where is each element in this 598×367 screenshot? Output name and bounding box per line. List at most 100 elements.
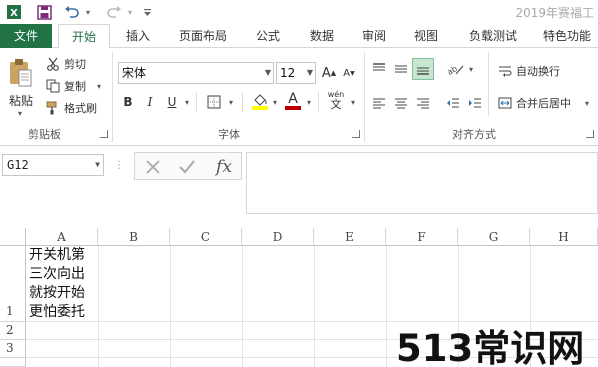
tab-formulas[interactable]: 公式: [248, 24, 288, 48]
orientation-dropdown-icon[interactable]: ▾: [466, 60, 476, 78]
copy-dropdown-icon[interactable]: ▾: [94, 78, 104, 94]
insert-function-button[interactable]: fx: [211, 155, 237, 179]
format-painter-button[interactable]: 格式刷: [64, 100, 104, 116]
increase-font-size-icon[interactable]: A ▲: [320, 62, 338, 84]
bottom-align-icon[interactable]: [412, 58, 434, 80]
tab-page-layout[interactable]: 页面布局: [170, 24, 236, 48]
row-header-3[interactable]: 3: [0, 340, 26, 358]
phonetic-guide-button[interactable]: wén 文: [324, 88, 348, 112]
font-name-value: 宋体: [122, 66, 147, 80]
bold-button[interactable]: B: [120, 92, 136, 112]
row-header-2[interactable]: 2: [0, 322, 26, 340]
tab-view[interactable]: 视图: [404, 24, 448, 48]
font-launcher-icon[interactable]: [352, 130, 360, 138]
cut-icon[interactable]: [44, 56, 62, 72]
tab-home[interactable]: 开始: [58, 24, 110, 49]
column-header-f[interactable]: F: [386, 228, 458, 246]
borders-icon[interactable]: [204, 92, 224, 112]
font-color-button[interactable]: A: [284, 90, 302, 112]
alignment-group-label: 对齐方式: [452, 128, 496, 141]
paste-icon[interactable]: [6, 56, 34, 90]
merge-center-button[interactable]: 合并后居中: [516, 94, 582, 112]
row-header-4[interactable]: [0, 358, 26, 367]
toolbar-divider: [318, 92, 319, 112]
align-center-icon[interactable]: [392, 94, 410, 112]
tab-load-test[interactable]: 负载测试: [460, 24, 526, 48]
format-painter-icon[interactable]: [44, 100, 62, 116]
toolbar-divider: [488, 52, 489, 116]
font-group-label: 字体: [218, 128, 240, 141]
title-bar: X ▾ ▾ 2019年赛福工: [0, 0, 598, 24]
column-header-b[interactable]: B: [98, 228, 170, 246]
alignment-launcher-icon[interactable]: [586, 130, 594, 138]
tab-insert[interactable]: 插入: [116, 24, 160, 48]
align-right-icon[interactable]: [414, 94, 432, 112]
formula-input[interactable]: [246, 152, 598, 214]
tab-review[interactable]: 审阅: [352, 24, 396, 48]
tab-file[interactable]: 文件: [0, 24, 52, 48]
copy-button[interactable]: 复制: [64, 78, 92, 94]
redo-dropdown-icon[interactable]: ▾: [124, 2, 136, 22]
gridline: [242, 246, 243, 367]
italic-button[interactable]: I: [142, 92, 158, 112]
phonetic-dropdown-icon[interactable]: ▾: [348, 92, 358, 112]
orientation-icon[interactable]: ab: [444, 60, 466, 78]
column-header-c[interactable]: C: [170, 228, 242, 246]
column-header-d[interactable]: D: [242, 228, 314, 246]
copy-icon[interactable]: [44, 78, 62, 94]
formula-buttons: fx: [134, 152, 242, 180]
top-align-icon[interactable]: [370, 60, 388, 78]
gridline: [386, 246, 387, 367]
tab-features[interactable]: 特色功能: [536, 24, 598, 48]
redo-icon[interactable]: [104, 2, 124, 22]
merge-dropdown-icon[interactable]: ▾: [582, 94, 592, 112]
fill-color-icon[interactable]: [250, 90, 270, 112]
group-divider: [112, 52, 113, 142]
fill-color-dropdown-icon[interactable]: ▾: [270, 92, 280, 112]
cancel-icon[interactable]: [141, 156, 165, 178]
enter-check-icon[interactable]: [175, 156, 199, 178]
font-color-letter: A: [288, 91, 298, 107]
chevron-down-icon: ▼: [264, 68, 271, 77]
increase-indent-icon[interactable]: [466, 94, 484, 112]
font-size-select[interactable]: 12 ▼: [276, 62, 316, 84]
name-box[interactable]: G12 ▼: [2, 154, 104, 176]
underline-dropdown-icon[interactable]: ▾: [182, 92, 192, 112]
column-header-e[interactable]: E: [314, 228, 386, 246]
borders-dropdown-icon[interactable]: ▾: [226, 92, 236, 112]
wrap-text-icon[interactable]: [496, 62, 514, 80]
phonetic-char-icon: 文: [330, 98, 342, 111]
underline-button[interactable]: U: [164, 92, 180, 112]
middle-align-icon[interactable]: [392, 60, 410, 78]
decrease-indent-icon[interactable]: [444, 94, 462, 112]
row-header-1[interactable]: 1: [0, 246, 26, 322]
font-color-dropdown-icon[interactable]: ▾: [304, 92, 314, 112]
column-header-h[interactable]: H: [530, 228, 598, 246]
undo-dropdown-icon[interactable]: ▾: [82, 2, 94, 22]
paste-button[interactable]: 粘贴: [6, 92, 36, 108]
wrap-text-button[interactable]: 自动换行: [516, 62, 576, 80]
column-header-g[interactable]: G: [458, 228, 530, 246]
save-icon[interactable]: [34, 2, 54, 22]
gridline: [170, 246, 171, 367]
cell-a1[interactable]: 开关机第 三次向出 就按开始 更怕委托: [29, 246, 97, 322]
align-left-icon[interactable]: [370, 94, 388, 112]
select-all-corner[interactable]: [0, 228, 26, 246]
undo-icon[interactable]: [62, 2, 82, 22]
toolbar-divider: [242, 92, 243, 112]
column-header-a[interactable]: A: [26, 228, 98, 246]
ribbon-home: 粘贴 ▾ 剪切 复制 ▾ 格式刷 剪贴板 宋体 ▼ 12 ▼ A ▲ A ▼ B I…: [0, 48, 598, 146]
merge-center-icon[interactable]: [496, 94, 514, 112]
document-title: 2019年赛福工: [515, 6, 594, 20]
tab-data[interactable]: 数据: [300, 24, 344, 48]
excel-logo-icon: X: [4, 2, 24, 22]
clipboard-launcher-icon[interactable]: [100, 130, 108, 138]
watermark: 513常识网: [396, 327, 585, 367]
font-color-swatch: [285, 106, 301, 110]
decrease-font-size-icon[interactable]: A ▼: [340, 62, 358, 84]
cut-button[interactable]: 剪切: [64, 56, 92, 72]
formula-bar-grip-icon[interactable]: ⋮: [114, 156, 124, 174]
customize-qat-icon[interactable]: [140, 2, 154, 22]
font-name-select[interactable]: 宋体 ▼: [118, 62, 274, 84]
paste-dropdown-icon[interactable]: ▾: [12, 108, 28, 118]
